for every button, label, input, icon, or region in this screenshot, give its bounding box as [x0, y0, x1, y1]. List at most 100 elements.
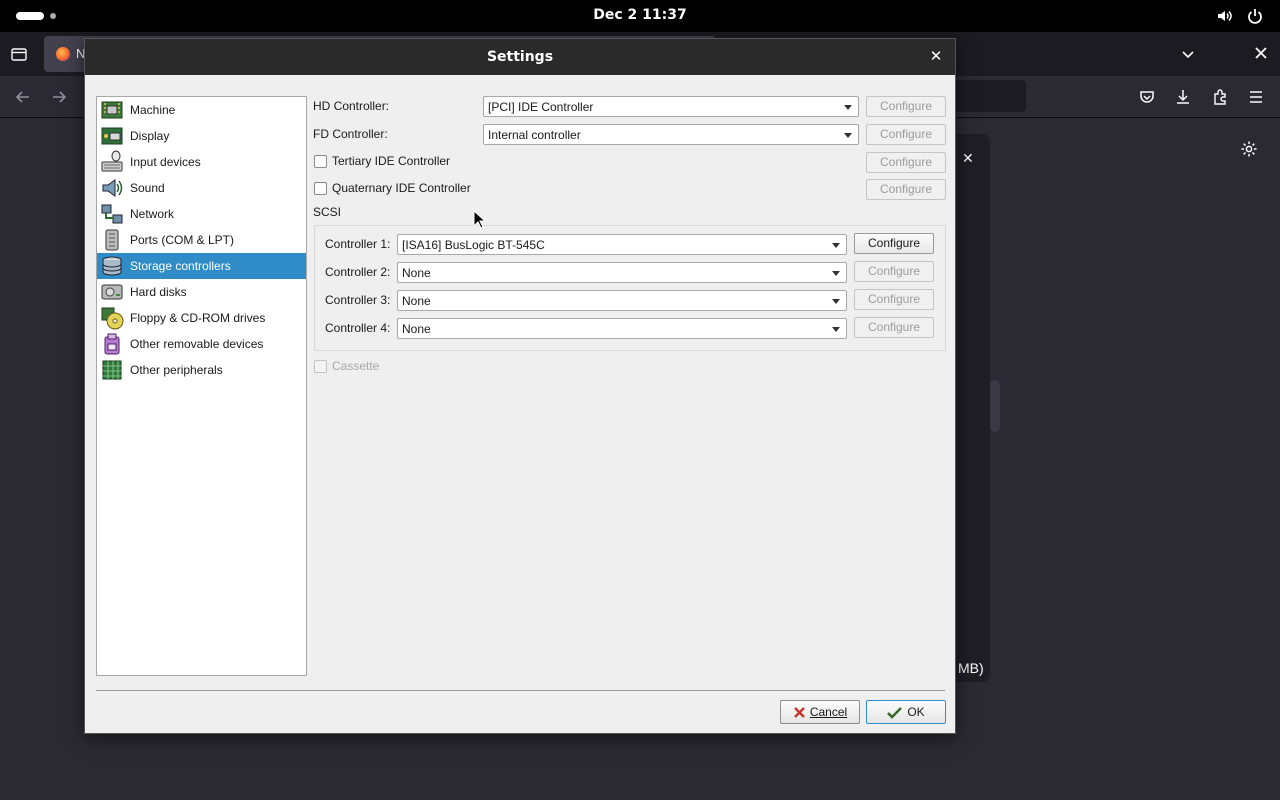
category-label: Floppy & CD-ROM drives: [130, 311, 266, 325]
scsi-controller-2-select[interactable]: None: [397, 262, 847, 283]
scsi-controller-2-label: Controller 2:: [325, 265, 391, 279]
tertiary-ide-label[interactable]: Tertiary IDE Controller: [332, 154, 450, 168]
close-icon[interactable]: ✕: [927, 48, 945, 66]
category-label: Machine: [130, 103, 176, 117]
cancel-label: Cancel: [809, 705, 848, 719]
extensions-icon[interactable]: [1211, 88, 1229, 106]
workspace-indicator-active: [16, 12, 44, 20]
dropdown-arrow-icon: [844, 133, 852, 138]
category-sound[interactable]: Sound: [97, 175, 306, 201]
tab-list-icon[interactable]: [10, 46, 28, 62]
cassette-checkbox[interactable]: [314, 360, 327, 373]
background-text: MB): [958, 660, 984, 676]
scsi-controller-3-configure-button[interactable]: Configure: [854, 289, 934, 310]
scsi-controller-2-configure-button[interactable]: Configure: [854, 261, 934, 282]
scsi-controller-3-label: Controller 3:: [325, 293, 391, 307]
category-other-removable[interactable]: Other removable devices: [97, 331, 306, 357]
fd-configure-button[interactable]: Configure: [866, 124, 946, 145]
category-machine[interactable]: Machine: [97, 97, 306, 123]
clock[interactable]: Dec 2 11:37: [593, 7, 686, 23]
system-top-bar: Dec 2 11:37: [0, 0, 1280, 32]
scsi-controller-3-select[interactable]: None: [397, 290, 847, 311]
category-floppy-cdrom[interactable]: Floppy & CD-ROM drives: [97, 305, 306, 331]
dropdown-arrow-icon: [832, 271, 840, 276]
fd-controller-select[interactable]: Internal controller: [483, 124, 859, 145]
category-label: Hard disks: [130, 285, 187, 299]
menu-icon[interactable]: [1247, 88, 1265, 106]
scsi-controller-1-label: Controller 1:: [325, 237, 391, 251]
dialog-titlebar[interactable]: Settings ✕: [85, 39, 955, 75]
workspace-indicator-dot: [50, 13, 56, 19]
hd-controller-select[interactable]: [PCI] IDE Controller: [483, 96, 859, 117]
dropdown-arrow-icon: [844, 105, 852, 110]
scsi-controller-1-value: [ISA16] BusLogic BT-545C: [402, 238, 545, 252]
cassette-label: Cassette: [332, 359, 380, 373]
scsi-controller-3-value: None: [402, 294, 431, 308]
firefox-icon: [56, 47, 70, 61]
removable-icon: [104, 333, 120, 355]
url-bar[interactable]: [950, 80, 1026, 112]
power-icon[interactable]: [1246, 7, 1264, 25]
fd-controller-label: FD Controller:: [313, 127, 388, 141]
volume-icon[interactable]: [1216, 7, 1234, 25]
ports-icon: [105, 229, 119, 251]
category-ports[interactable]: Ports (COM & LPT): [97, 227, 306, 253]
hard-disk-icon: [101, 284, 123, 300]
gear-icon[interactable]: [1240, 140, 1258, 158]
category-network[interactable]: Network: [97, 201, 306, 227]
category-list: Machine Display Input devices Sound Netw…: [96, 96, 307, 676]
dialog-title: Settings: [486, 49, 554, 65]
activities-button[interactable]: [16, 12, 56, 20]
category-label: Input devices: [130, 155, 201, 169]
tertiary-ide-checkbox[interactable]: [314, 155, 327, 168]
storage-icon: [102, 256, 122, 276]
category-label: Storage controllers: [130, 259, 231, 273]
scsi-controller-1-configure-button[interactable]: Configure: [854, 233, 934, 254]
scrollbar-thumb[interactable]: [990, 380, 1000, 432]
dropdown-arrow-icon: [832, 327, 840, 332]
category-label: Network: [130, 207, 175, 221]
category-label: Ports (COM & LPT): [130, 233, 235, 247]
close-icon[interactable]: [1254, 46, 1268, 60]
back-icon[interactable]: [14, 88, 32, 106]
dropdown-arrow-icon: [832, 299, 840, 304]
quaternary-configure-button[interactable]: Configure: [866, 179, 946, 200]
category-storage-controllers[interactable]: Storage controllers: [97, 253, 306, 279]
quaternary-ide-label[interactable]: Quaternary IDE Controller: [332, 181, 471, 195]
tertiary-configure-button[interactable]: Configure: [866, 152, 946, 173]
ok-button[interactable]: OK: [866, 700, 946, 724]
quaternary-ide-checkbox[interactable]: [314, 182, 327, 195]
hd-controller-value: [PCI] IDE Controller: [488, 100, 594, 114]
ok-check-icon: [887, 706, 903, 719]
category-label: Display: [130, 129, 170, 143]
pocket-icon[interactable]: [1138, 88, 1156, 106]
mouse-cursor-icon: [473, 210, 487, 229]
display-icon: [101, 127, 123, 145]
system-tray[interactable]: [1216, 7, 1264, 25]
scsi-controller-4-select[interactable]: None: [397, 318, 847, 339]
forward-icon[interactable]: [50, 88, 68, 106]
category-label: Sound: [130, 181, 165, 195]
category-other-peripherals[interactable]: Other peripherals: [97, 357, 306, 383]
scsi-controller-1-select[interactable]: [ISA16] BusLogic BT-545C: [397, 234, 847, 255]
cancel-button[interactable]: Cancel: [780, 700, 860, 724]
category-hard-disks[interactable]: Hard disks: [97, 279, 306, 305]
category-display[interactable]: Display: [97, 123, 306, 149]
download-icon[interactable]: [1174, 88, 1192, 106]
dropdown-arrow-icon: [832, 243, 840, 248]
scsi-controller-2-value: None: [402, 266, 431, 280]
background-panel: [956, 134, 990, 682]
category-input-devices[interactable]: Input devices: [97, 149, 306, 175]
scsi-group-label: SCSI: [313, 205, 342, 219]
floppy-cdrom-icon: [101, 307, 124, 330]
close-icon[interactable]: ✕: [962, 150, 974, 167]
ok-label: OK: [907, 705, 925, 719]
machine-icon: [101, 101, 123, 119]
hd-configure-button[interactable]: Configure: [866, 96, 946, 117]
scsi-controller-4-label: Controller 4:: [325, 321, 391, 335]
peripherals-icon: [102, 360, 122, 380]
scsi-controller-4-configure-button[interactable]: Configure: [854, 317, 934, 338]
sound-icon: [102, 179, 123, 197]
chevron-down-icon[interactable]: [1180, 46, 1196, 62]
footer-separator: [96, 690, 945, 691]
